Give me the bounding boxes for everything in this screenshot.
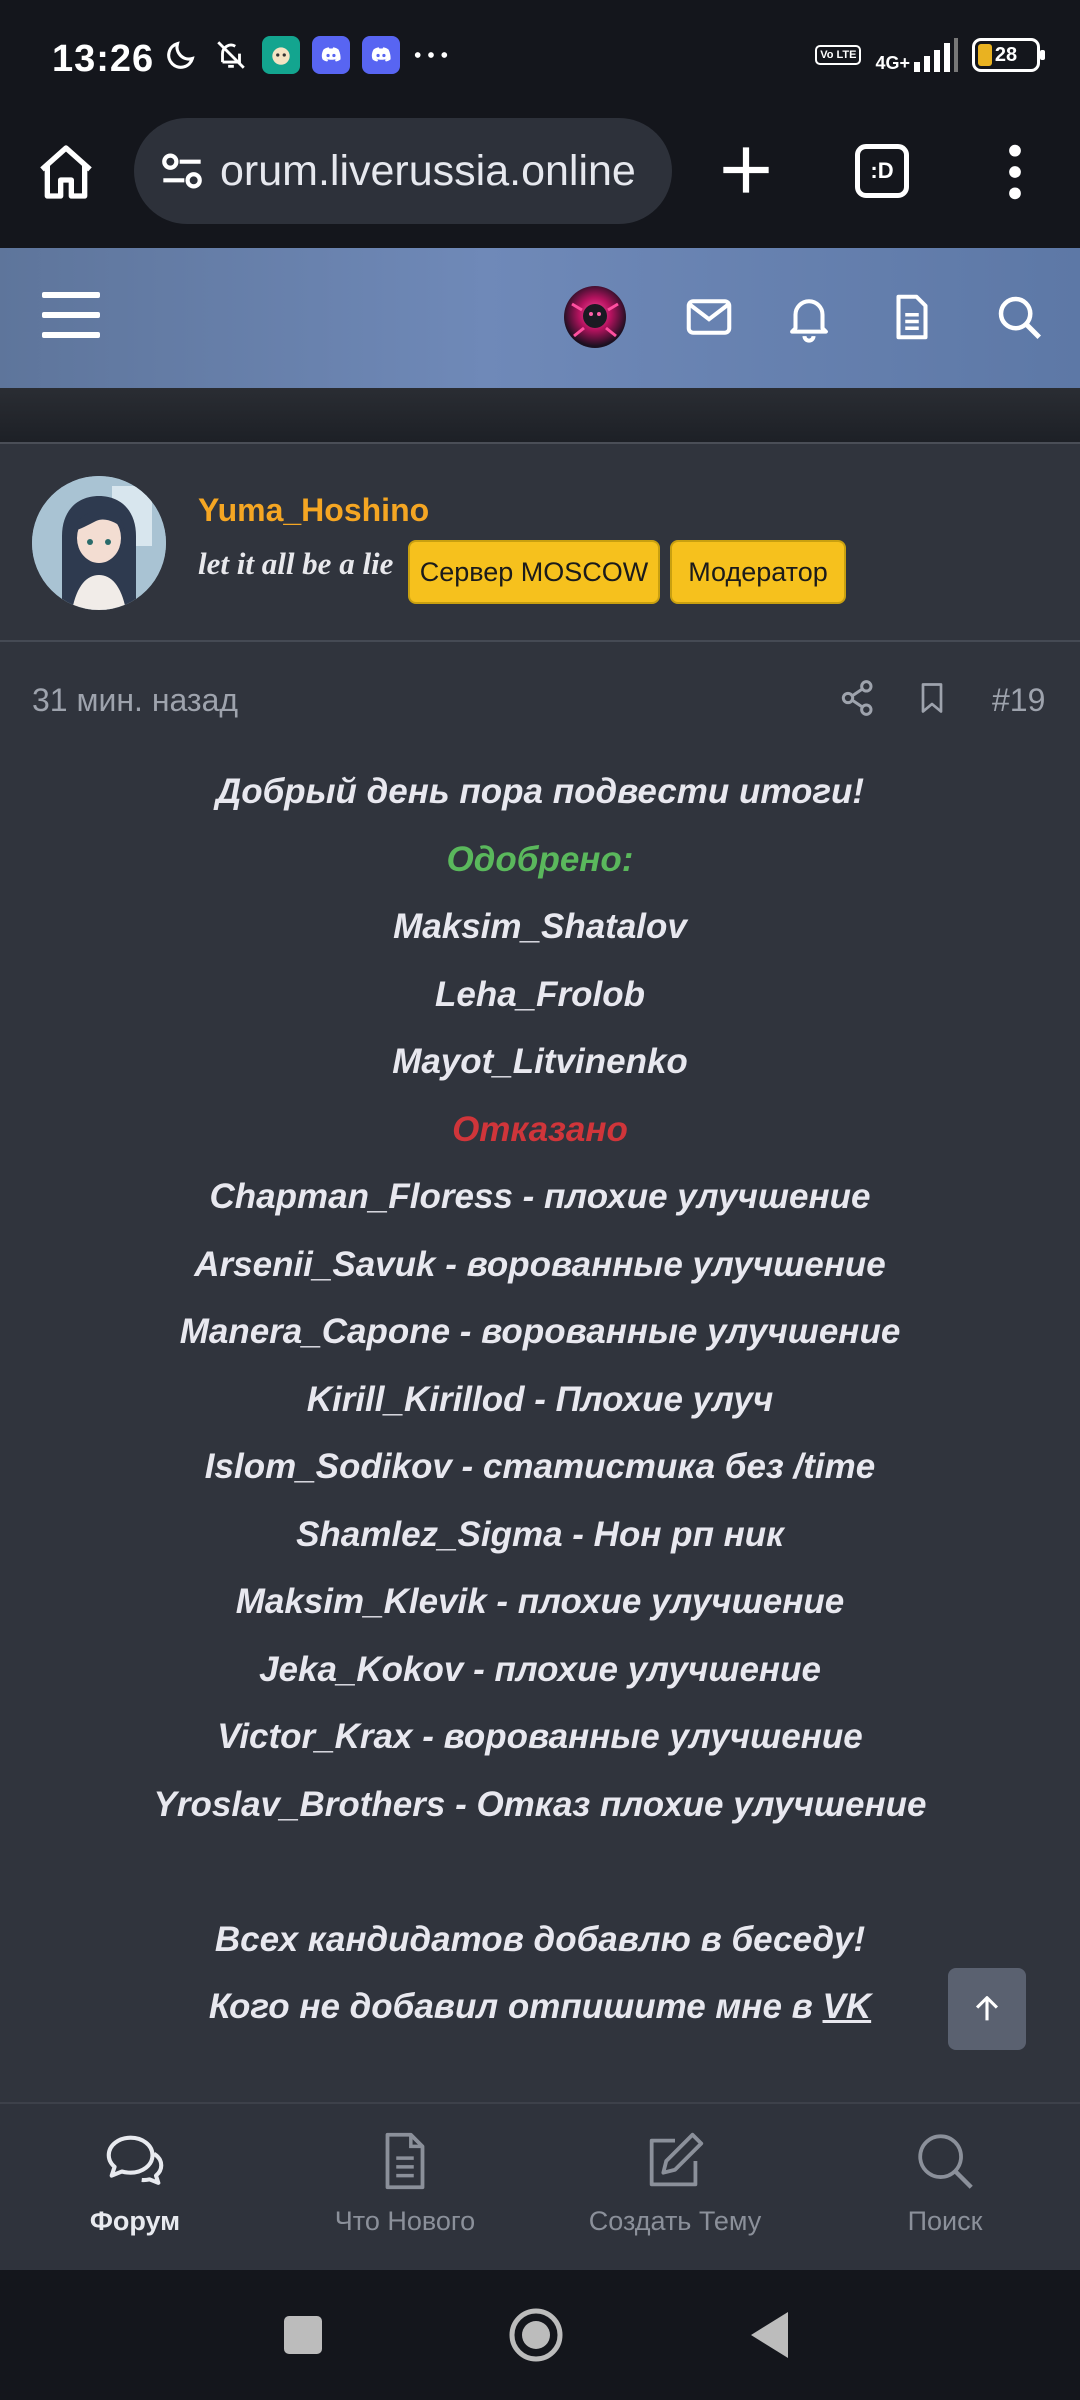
screen: 13:26 Vo LTE 4G+ 28 orum.liverussia.onli…: [0, 0, 1080, 2400]
post-line: Maksim_Klevik - плохие улучшение: [235, 1582, 845, 1621]
bell-off-icon: [212, 36, 250, 74]
bell-icon[interactable]: [782, 290, 836, 344]
arrow-up-icon: [975, 1996, 999, 2021]
post-line: Mayot_Litvinenko: [392, 1042, 688, 1081]
forum-header: [0, 248, 1080, 388]
post-line: Yroslav_Brothers - Отказ плохие улучшени…: [153, 1784, 927, 1824]
home-icon[interactable]: [34, 140, 98, 204]
site-settings-icon[interactable]: [154, 143, 210, 199]
post-line: Shamlez_Sigma - Нон рп ник: [296, 1514, 784, 1554]
app-icon: [262, 36, 300, 74]
tab-label: Форум: [89, 2206, 181, 2236]
battery-level: 28: [994, 43, 1018, 66]
discord-icon: [312, 36, 350, 74]
tab-whats-new[interactable]: Что Нового: [270, 2104, 540, 2272]
post-line-with-link: Кого не добавил отпишите мне в VK: [0, 1973, 1080, 2041]
volte-indicator: Vo LTE: [815, 45, 862, 65]
kebab-menu-icon[interactable]: [1000, 140, 1030, 204]
recents-button[interactable]: [284, 2316, 322, 2354]
post-number[interactable]: #19: [992, 682, 1045, 719]
header-shadow: [0, 388, 1080, 442]
chat-bubbles-icon: [106, 2135, 164, 2185]
tab-label: Создать Тему: [588, 2206, 762, 2236]
server-badge: Сервер MOSCOW: [408, 540, 660, 604]
edit-icon: [649, 2132, 704, 2187]
bottom-tab-bar: Форум Что Нового Создать Тему Поиск: [0, 2102, 1080, 2270]
author-avatar[interactable]: [32, 476, 166, 610]
status-icons: [162, 36, 450, 74]
moon-icon: [162, 36, 200, 74]
more-icon: [412, 36, 450, 74]
account-avatar[interactable]: [564, 286, 626, 348]
post-body: 31 мин. назад #19 Добрый день пора подве…: [0, 642, 1080, 2102]
status-right: Vo LTE 4G+ 28: [815, 38, 1045, 72]
new-tab-icon[interactable]: [712, 136, 780, 204]
tab-switcher-button[interactable]: :D: [855, 144, 909, 198]
author-title: let it all be a lie: [198, 546, 394, 581]
post-author-block: Yuma_Hoshino let it all be a lie Сервер …: [0, 444, 1080, 642]
vk-link[interactable]: VK: [823, 1987, 872, 2026]
share-icon[interactable]: [838, 676, 878, 720]
status-time: 13:26: [52, 38, 155, 80]
denied-heading: Отказано: [452, 1109, 628, 1149]
post-line: Chapman_Floress - плохие улучшение: [209, 1177, 871, 1216]
address-bar[interactable]: orum.liverussia.online: [134, 118, 672, 224]
tab-search[interactable]: Поиск: [810, 2104, 1080, 2272]
search-icon[interactable]: [992, 290, 1046, 344]
system-navigation-bar: [0, 2270, 1080, 2400]
tab-forum[interactable]: Форум: [0, 2104, 270, 2272]
signal-group: 4G+: [875, 38, 958, 72]
signal-icon: [914, 38, 958, 72]
menu-icon[interactable]: [42, 290, 100, 340]
bookmark-icon[interactable]: [914, 678, 950, 718]
post-line: Islom_Sodikov - статистика без /time: [204, 1447, 876, 1486]
status-bar: 13:26 Vo LTE 4G+ 28: [0, 0, 1080, 118]
tab-label: Что Нового: [334, 2206, 476, 2236]
approved-heading: Одобрено:: [446, 839, 634, 879]
tab-create-thread[interactable]: Создать Тему: [540, 2104, 810, 2272]
post-line: Всех кандидатов добавлю в беседу!: [214, 1919, 866, 1959]
post-timestamp[interactable]: 31 мин. назад: [32, 682, 238, 719]
post-content: Добрый день пора подвести итоги! Одобрен…: [0, 758, 1080, 2041]
document-icon: [385, 2132, 425, 2190]
author-name[interactable]: Yuma_Hoshino: [198, 492, 429, 529]
post-line-text: Кого не добавил отпишите мне в: [208, 1987, 823, 2026]
network-type: 4G+: [875, 53, 910, 73]
post-line: Leha_Frolob: [434, 974, 646, 1014]
role-badge: Модератор: [670, 540, 846, 604]
post-line: Kirill_Kirillod - Плохие улуч: [306, 1379, 774, 1419]
mail-icon[interactable]: [682, 290, 736, 344]
whats-new-icon[interactable]: [885, 290, 939, 344]
post-line: Victor_Krax - ворованные улучшение: [217, 1717, 863, 1756]
scroll-to-top-button[interactable]: [948, 1968, 1026, 2050]
discord-icon: [362, 36, 400, 74]
tab-label: Поиск: [907, 2206, 983, 2236]
url-text: orum.liverussia.online: [220, 146, 636, 195]
post-line: Maksim_Shatalov: [393, 907, 687, 946]
post-line: Arsenii_Savuk - ворованные улучшение: [194, 1244, 886, 1284]
post-line: Manera_Capone - ворованные улучшение: [179, 1312, 901, 1351]
battery-indicator: 28: [972, 38, 1045, 72]
home-button[interactable]: [508, 2307, 564, 2363]
browser-toolbar: orum.liverussia.online :D: [0, 118, 1080, 248]
back-button[interactable]: [748, 2310, 790, 2360]
post-line: Jeka_Kokov - плохие улучшение: [259, 1649, 821, 1689]
search-icon: [918, 2134, 973, 2189]
post-line: Добрый день пора подвести итоги!: [215, 772, 865, 811]
